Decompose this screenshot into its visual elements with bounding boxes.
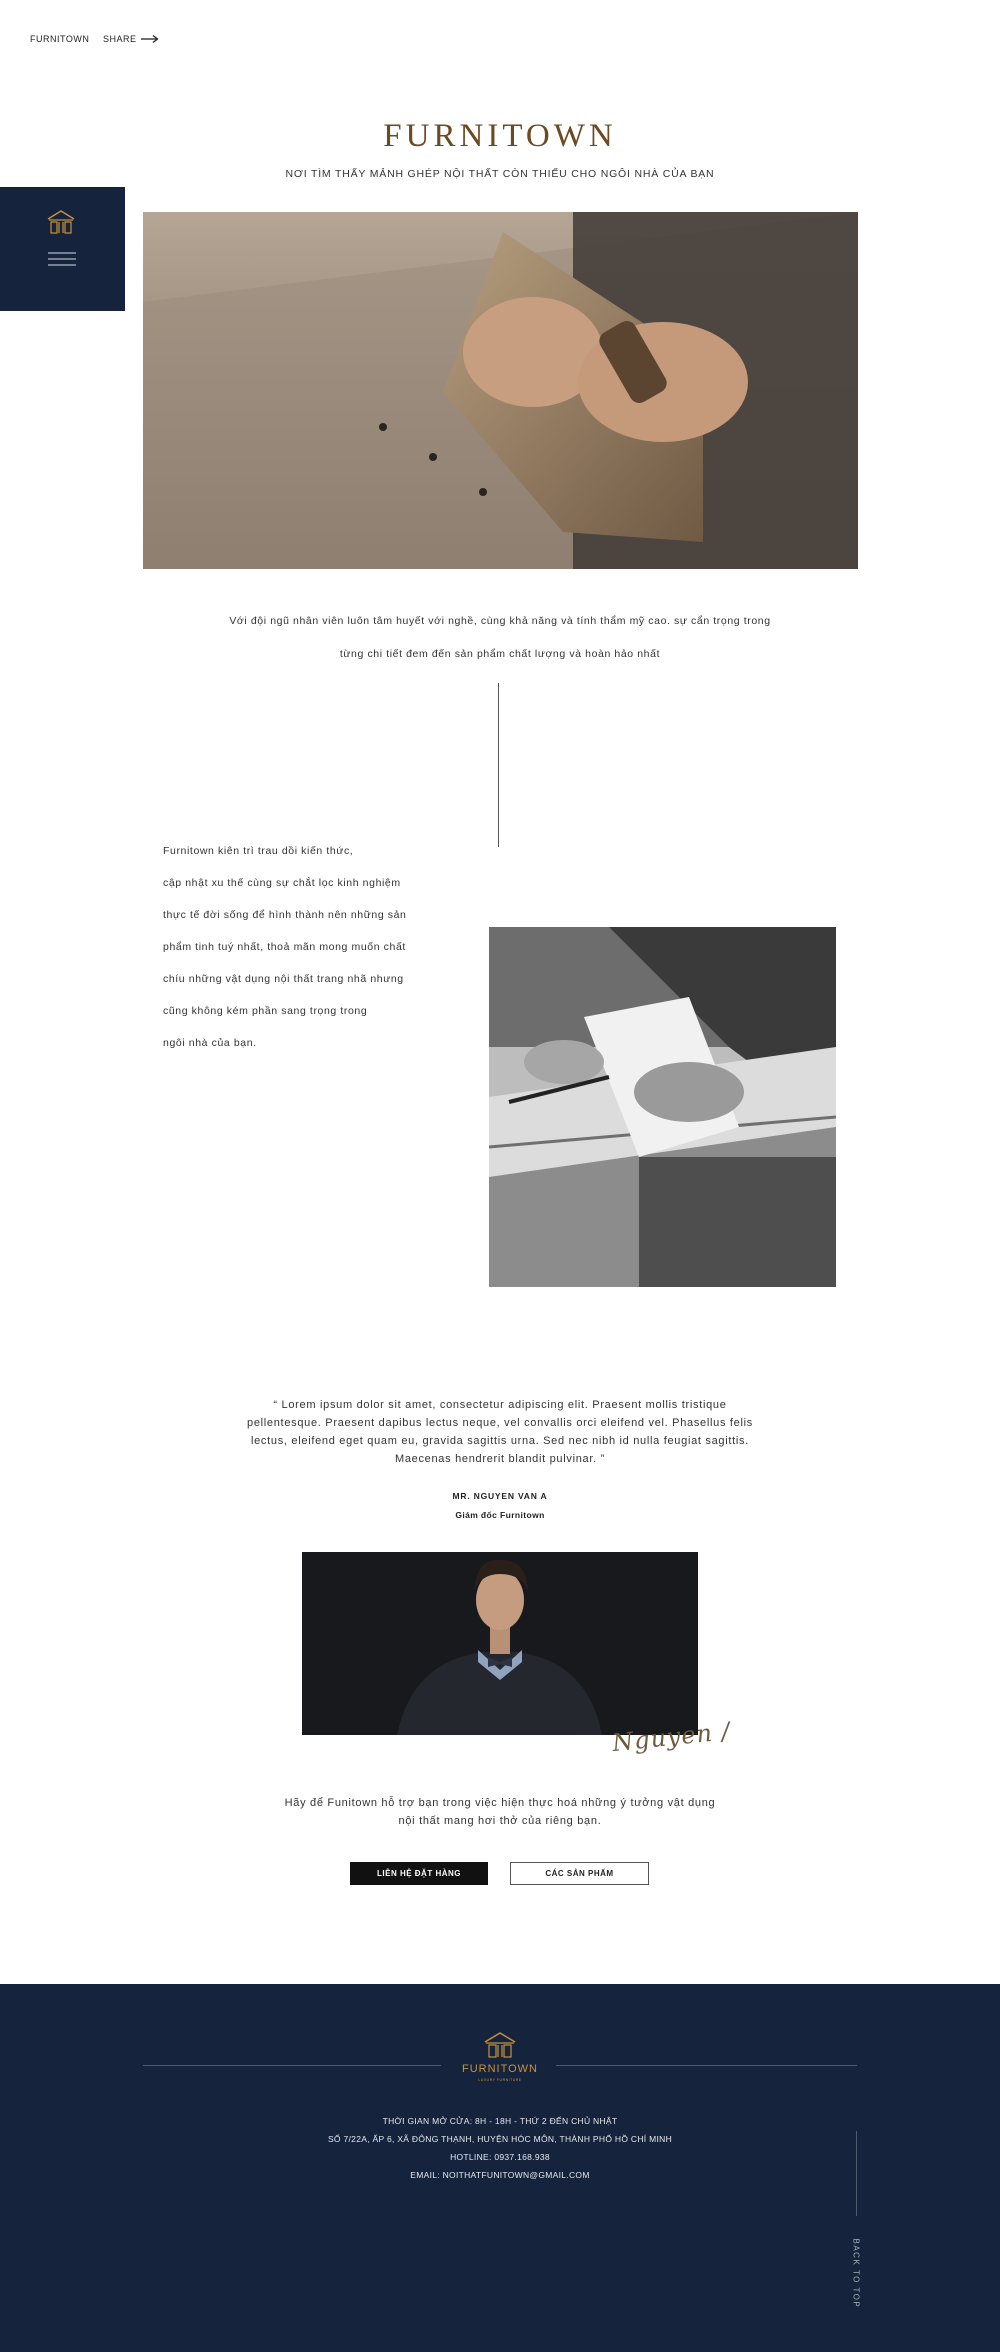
story-text-line: ngôi nhà của bạn. bbox=[163, 1037, 257, 1049]
page-title: FURNITOWN bbox=[383, 118, 617, 154]
cta-text-line: nội thất mang hơi thở của riêng bạn. bbox=[398, 1815, 602, 1827]
house-logo-icon bbox=[47, 210, 75, 234]
order-contact-button[interactable]: LIÊN HỆ ĐẶT HÀNG bbox=[350, 1862, 488, 1885]
vertical-divider bbox=[498, 683, 499, 847]
footer-hotline[interactable]: HOTLINE: 0937.168.938 bbox=[0, 2152, 1000, 2162]
page-tagline: NƠI TÌM THẤY MẢNH GHÉP NỘI THẤT CÒN THIẾ… bbox=[285, 168, 715, 180]
quote-author-name: MR. NGUYEN VAN A bbox=[452, 1491, 548, 1501]
story-text-line: chíu những vật dụng nội thất trang nhã n… bbox=[163, 973, 404, 985]
quote-author-role: Giám đốc Furnitown bbox=[455, 1510, 545, 1520]
footer: FURNITOWN LUXURY FURNITURE THỜI GIAN MỞ … bbox=[0, 1984, 1000, 2352]
director-portrait-photo bbox=[302, 1552, 698, 1735]
story-text-line: cập nhật xu thế cùng sự chắt lọc kinh ng… bbox=[163, 877, 401, 889]
footer-opening-hours: THỜI GIAN MỞ CỬA: 8H - 18H - THỨ 2 ĐẾN C… bbox=[382, 2116, 618, 2126]
quote-text-line: “ Lorem ipsum dolor sit amet, consectetu… bbox=[273, 1399, 727, 1411]
arrow-right-icon[interactable] bbox=[141, 34, 159, 44]
footer-address: SỐ 7/22A, ẤP 6, XÃ ĐÔNG THẠNH, HUYỆN HÓC… bbox=[327, 2134, 673, 2144]
footer-email[interactable]: EMAIL: NOITHATFUNITOWN@GMAIL.COM bbox=[0, 2170, 1000, 2180]
craftsman-measuring-photo bbox=[489, 927, 836, 1287]
side-navigation[interactable] bbox=[0, 187, 125, 311]
footer-brand: FURNITOWN bbox=[461, 2063, 538, 2075]
story-text-line: cũng không kém phần sang trọng trong bbox=[163, 1005, 368, 1017]
back-to-top-link[interactable]: BACK TO TOP bbox=[852, 2239, 861, 2309]
back-to-top-rule bbox=[856, 2131, 857, 2216]
intro-text-line-1: Với đội ngũ nhân viên luôn tâm huyết với… bbox=[229, 615, 771, 627]
share-link[interactable]: SHARE bbox=[103, 34, 137, 44]
story-text-line: phẩm tinh tuý nhất, thoả mãn mong muốn c… bbox=[163, 941, 406, 953]
quote-text-line: pellentesque. Praesent dapibus lectus ne… bbox=[247, 1417, 753, 1429]
menu-icon[interactable] bbox=[48, 252, 76, 266]
story-text-line: thực tế đời sống để hình thành nên những… bbox=[163, 909, 407, 921]
intro-text-line-2: từng chi tiết đem đến sản phẩm chất lượn… bbox=[339, 648, 661, 660]
quote-text-line: lectus, eleifend eget quam eu, gravida s… bbox=[250, 1435, 750, 1447]
cta-text-line: Hãy để Funitown hỗ trợ bạn trong việc hi… bbox=[284, 1797, 716, 1809]
hero-carpenter-photo bbox=[143, 212, 858, 569]
footer-brand-subtitle: LUXURY FURNITURE bbox=[478, 2078, 522, 2082]
house-logo-icon bbox=[484, 2032, 516, 2058]
story-text-line: Furnitown kiên trì trau dồi kiến thức, bbox=[163, 845, 354, 857]
quote-text-line: Maecenas hendrerit blandit pulvinar. ” bbox=[394, 1453, 606, 1465]
products-button[interactable]: CÁC SẢN PHẨM bbox=[510, 1862, 649, 1885]
top-brand-link[interactable]: FURNITOWN bbox=[30, 34, 89, 44]
